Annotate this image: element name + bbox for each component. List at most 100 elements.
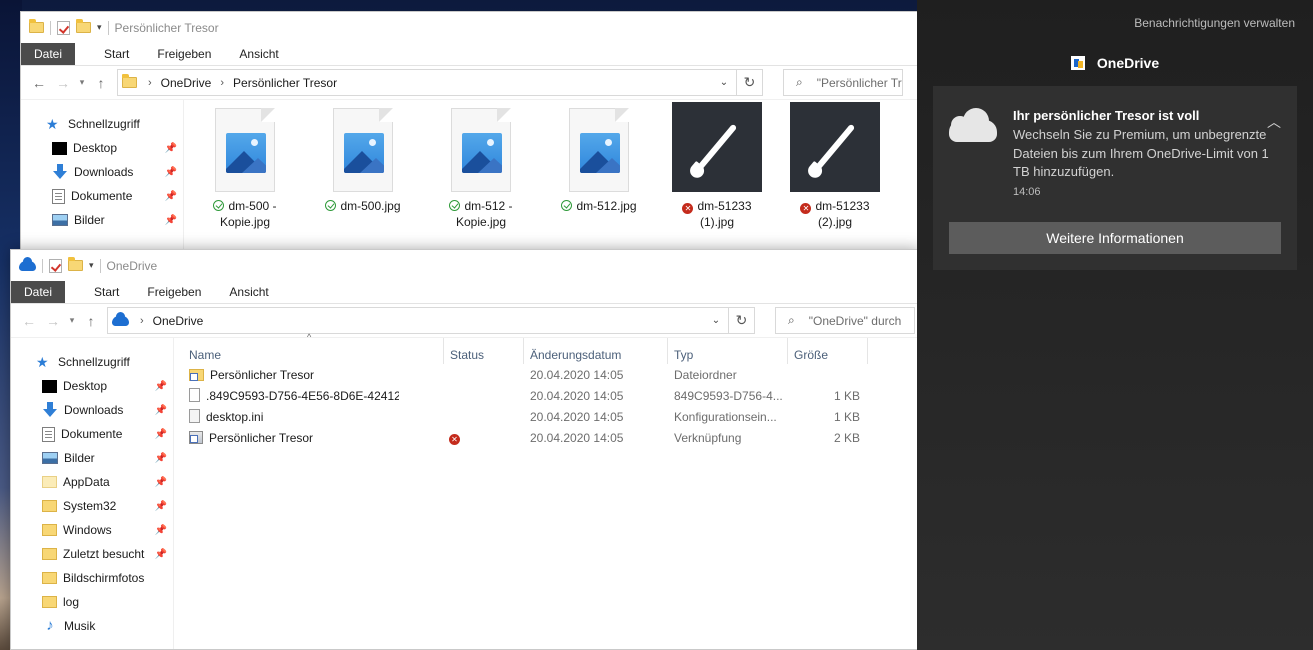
new-folder-icon[interactable] xyxy=(76,19,91,33)
pin-icon[interactable]: 📌 xyxy=(155,453,167,464)
nav-item-dokumente[interactable]: Dokumente 📌 xyxy=(21,184,183,208)
search-input[interactable]: ⌕ "Persönlicher Tr xyxy=(783,69,903,96)
forward-arrow-icon[interactable]: → xyxy=(41,313,65,329)
pin-icon[interactable]: 📌 xyxy=(155,429,167,440)
column-divider[interactable] xyxy=(867,338,868,364)
tab-ansicht[interactable]: Ansicht xyxy=(215,281,282,303)
file-tile[interactable]: ✕ dm-51233 (2).jpg xyxy=(779,102,891,230)
column-divider[interactable] xyxy=(523,338,524,364)
customize-toolbar-chevron-icon[interactable]: ▾ xyxy=(89,260,94,271)
address-row: ← → ▾ ↑ › OneDrive › Persönlicher Tresor… xyxy=(21,66,919,100)
nav-label: AppData xyxy=(63,475,110,489)
collapse-chevron-up-icon[interactable]: ︿ xyxy=(1267,112,1281,132)
table-row[interactable]: Persönlicher Tresor 20.04.2020 14:05 Dat… xyxy=(173,364,873,385)
table-row[interactable]: Persönlicher Tresor ✕ 20.04.2020 14:05 V… xyxy=(173,427,873,448)
nav-label: Schnellzugriff xyxy=(58,355,130,369)
nav-item-log[interactable]: log xyxy=(11,590,173,614)
nav-item-bilder[interactable]: Bilder 📌 xyxy=(21,208,183,232)
new-folder-icon[interactable] xyxy=(68,257,83,271)
pin-icon[interactable]: 📌 xyxy=(155,381,167,392)
nav-label: Desktop xyxy=(73,141,118,155)
tab-freigeben[interactable]: Freigeben xyxy=(133,281,215,303)
breadcrumb-vault[interactable]: Persönlicher Tresor xyxy=(233,76,337,90)
more-info-button[interactable]: Weitere Informationen xyxy=(949,222,1281,254)
nav-item-dokumente[interactable]: Dokumente 📌 xyxy=(11,422,173,446)
nav-item-windows[interactable]: Windows 📌 xyxy=(11,518,173,542)
nav-item-schnellzugriff[interactable]: ★ Schnellzugriff xyxy=(21,112,183,136)
nav-item-downloads[interactable]: Downloads 📌 xyxy=(21,160,183,184)
nav-item-desktop[interactable]: Desktop 📌 xyxy=(11,374,173,398)
file-tile[interactable]: dm-500.jpg xyxy=(307,108,419,214)
tab-datei[interactable]: Datei xyxy=(21,43,76,65)
properties-icon[interactable] xyxy=(49,258,62,273)
nav-item-downloads[interactable]: Downloads 📌 xyxy=(11,398,173,422)
pin-icon[interactable]: 📌 xyxy=(155,405,167,416)
nav-item-schnellzugriff[interactable]: ★ Schnellzugriff xyxy=(11,350,173,374)
manage-notifications-link[interactable]: Benachrichtigungen verwalten xyxy=(1134,16,1295,30)
file-tile[interactable]: ✕ dm-51233 (1).jpg xyxy=(661,102,773,230)
file-name-cont: (2).jpg xyxy=(817,215,852,229)
pin-icon[interactable]: 📌 xyxy=(165,143,177,154)
refresh-icon[interactable]: ↻ xyxy=(729,307,755,334)
nav-label: Bilder xyxy=(74,213,105,227)
address-dropdown-icon[interactable]: ⌄ xyxy=(704,315,728,326)
breadcrumb-chevron-icon[interactable]: › xyxy=(148,77,152,89)
pin-icon[interactable]: 📌 xyxy=(155,549,167,560)
breadcrumb-chevron-icon[interactable]: › xyxy=(140,315,144,327)
tab-datei[interactable]: Datei xyxy=(11,281,66,303)
address-dropdown-icon[interactable]: ⌄ xyxy=(712,77,736,88)
back-arrow-icon[interactable]: ← xyxy=(27,75,51,91)
nav-item-bildschirmfotos[interactable]: Bildschirmfotos xyxy=(11,566,173,590)
nav-item-system32[interactable]: System32 📌 xyxy=(11,494,173,518)
column-divider[interactable] xyxy=(443,338,444,364)
nav-label: Desktop xyxy=(63,379,108,393)
breadcrumb-onedrive[interactable]: OneDrive xyxy=(161,76,212,90)
file-name: dm-512.jpg xyxy=(576,199,637,213)
folder-icon xyxy=(42,572,57,584)
explorer-window-vault: ▾ Persönlicher Tresor Datei Start Freige… xyxy=(20,11,920,256)
ribbon: Datei Start Freigeben Ansicht xyxy=(21,43,919,66)
refresh-icon[interactable]: ↻ xyxy=(737,69,763,96)
file-name: dm-500.jpg xyxy=(340,199,401,213)
up-arrow-icon[interactable]: ↑ xyxy=(89,75,113,91)
column-divider[interactable] xyxy=(787,338,788,364)
pin-icon[interactable]: 📌 xyxy=(155,477,167,488)
nav-item-appdata[interactable]: AppData 📌 xyxy=(11,470,173,494)
breadcrumb-chevron-icon[interactable]: › xyxy=(220,77,224,89)
properties-icon[interactable] xyxy=(57,20,70,35)
breadcrumb-onedrive[interactable]: OneDrive xyxy=(153,314,204,328)
table-row[interactable]: desktop.ini 20.04.2020 14:05 Konfigurati… xyxy=(173,406,873,427)
customize-toolbar-chevron-icon[interactable]: ▾ xyxy=(97,22,102,33)
table-row[interactable]: .849C9593-D756-4E56-8D6E-42412F… 20.04.2… xyxy=(173,385,873,406)
pin-icon[interactable]: 📌 xyxy=(165,215,177,226)
search-input[interactable]: ⌕ "OneDrive" durch xyxy=(775,307,915,334)
file-tile[interactable]: dm-512.jpg xyxy=(543,108,655,214)
content-area: ★ Schnellzugriff Desktop 📌 Downloads 📌 Doku… xyxy=(11,332,919,649)
tab-ansicht[interactable]: Ansicht xyxy=(225,43,292,65)
address-bar[interactable]: › OneDrive ⌄ xyxy=(107,307,729,334)
pin-icon[interactable]: 📌 xyxy=(165,167,177,178)
tab-start[interactable]: Start xyxy=(90,43,143,65)
recent-locations-chevron-icon[interactable]: ▾ xyxy=(65,315,79,326)
back-arrow-icon[interactable]: ← xyxy=(17,313,41,329)
recent-locations-chevron-icon[interactable]: ▾ xyxy=(75,77,89,88)
file-tile[interactable]: dm-512 - Kopie.jpg xyxy=(425,108,537,230)
forward-arrow-icon[interactable]: → xyxy=(51,75,75,91)
tab-freigeben[interactable]: Freigeben xyxy=(143,43,225,65)
notification-toast[interactable]: Ihr persönlicher Tresor ist voll Wechsel… xyxy=(933,86,1297,270)
tab-start[interactable]: Start xyxy=(80,281,133,303)
pin-icon[interactable]: 📌 xyxy=(165,191,177,202)
nav-item-zuletzt-besucht[interactable]: Zuletzt besucht 📌 xyxy=(11,542,173,566)
folder-icon xyxy=(42,524,57,536)
column-divider[interactable] xyxy=(667,338,668,364)
nav-item-bilder[interactable]: Bilder 📌 xyxy=(11,446,173,470)
file-date: 20.04.2020 14:05 xyxy=(530,388,624,403)
nav-item-desktop[interactable]: Desktop 📌 xyxy=(21,136,183,160)
nav-item-musik[interactable]: ♪ Musik xyxy=(11,614,173,638)
pin-icon[interactable]: 📌 xyxy=(155,501,167,512)
file-tile[interactable]: dm-500 - Kopie.jpg xyxy=(189,108,301,230)
file-name: Persönlicher Tresor xyxy=(209,430,314,445)
address-bar[interactable]: › OneDrive › Persönlicher Tresor ⌄ xyxy=(117,69,737,96)
up-arrow-icon[interactable]: ↑ xyxy=(79,313,103,329)
pin-icon[interactable]: 📌 xyxy=(155,525,167,536)
